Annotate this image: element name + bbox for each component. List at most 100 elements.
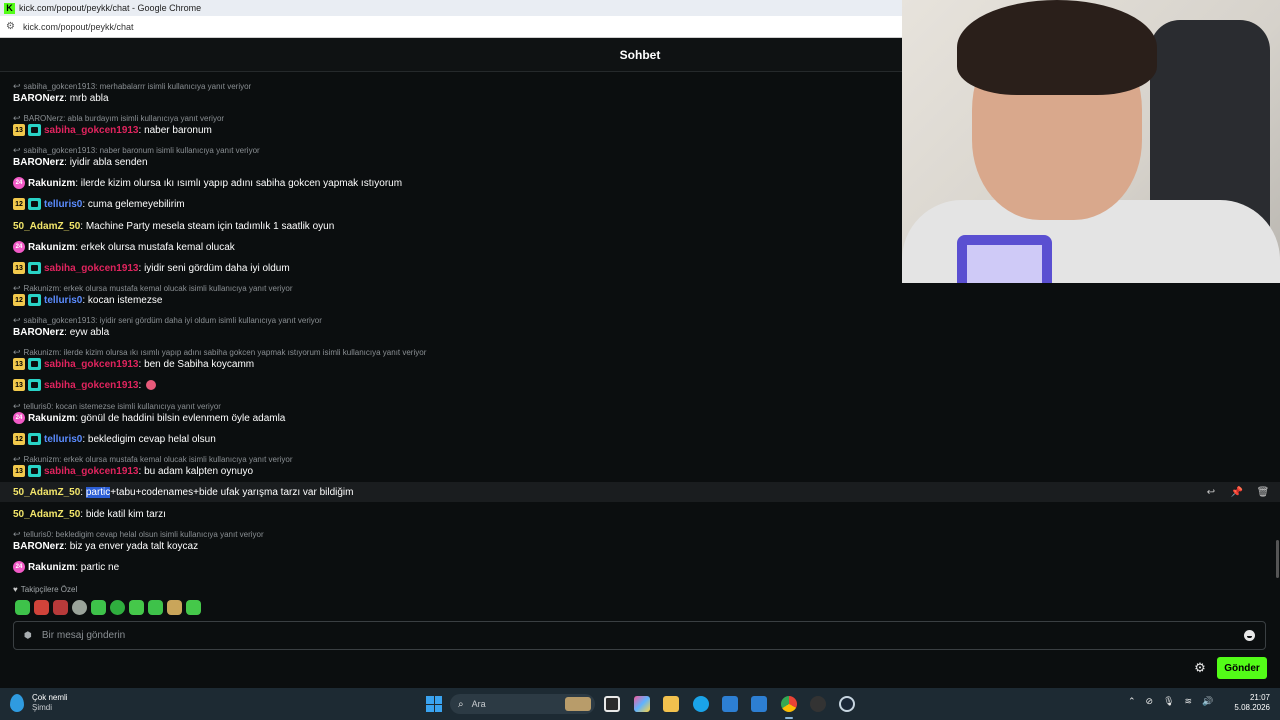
pin-icon[interactable]: 📌	[1228, 484, 1246, 500]
subscriber-months-badge: 13	[13, 379, 25, 391]
emote-icon[interactable]	[53, 600, 68, 615]
chat-message[interactable]: 12 telluris0: bekledigim cevap helal ols…	[0, 429, 1280, 449]
edge-browser-icon[interactable]	[693, 696, 709, 712]
store-icon[interactable]	[722, 696, 738, 712]
username[interactable]: BARONerz	[13, 541, 64, 552]
subscriber-badge-icon	[28, 198, 41, 210]
steam-icon[interactable]	[839, 696, 855, 712]
taskbar-search[interactable]: ⌕ Ara	[450, 694, 595, 714]
username[interactable]: telluris0	[44, 295, 82, 306]
subscriber-badge-icon	[28, 465, 41, 477]
file-explorer-icon[interactable]	[663, 696, 679, 712]
recording-app-icon[interactable]	[810, 696, 826, 712]
username[interactable]: telluris0	[44, 199, 82, 210]
subscriber-months-badge: 13	[13, 124, 25, 136]
followers-only-label: ♥ Takipçilere Özel	[13, 585, 78, 594]
reply-icon[interactable]: ↩	[1202, 484, 1220, 500]
kick-icon: K	[4, 2, 15, 14]
clock-time: 21:07	[1249, 693, 1270, 702]
chat-message[interactable]: 24 Rakunizm: partic ne	[0, 557, 1280, 577]
chat-scrollbar[interactable]	[1276, 540, 1279, 578]
username[interactable]: BARONerz	[13, 157, 64, 168]
username[interactable]: sabiha_gokcen1913	[44, 125, 139, 136]
selected-text: partic	[85, 486, 111, 498]
gifter-badge: 24	[13, 561, 25, 573]
chevron-up-icon[interactable]: ⌃	[1128, 696, 1136, 707]
emote-icon[interactable]	[34, 600, 49, 615]
network-off-icon[interactable]: ⊘	[1146, 696, 1154, 707]
delete-icon[interactable]: 🗑	[1254, 484, 1272, 500]
clock-date: 5.08.2026	[1234, 703, 1270, 712]
emote-icon[interactable]	[167, 600, 182, 615]
chat-message[interactable]: 13 sabiha_gokcen1913: bu adam kalpten oy…	[0, 461, 1280, 481]
message-text: bide katil kim tarzı	[85, 508, 166, 520]
chat-message[interactable]: BARONerz: biz ya enver yada talt koycaz	[0, 536, 1280, 556]
screen: K kick.com/popout/peykk/chat - Google Ch…	[0, 0, 1280, 720]
chat-input-box[interactable]: ⬢	[13, 621, 1266, 650]
message-text: partic ne	[80, 561, 120, 573]
chat-message[interactable]: 50_AdamZ_50: bide katil kim tarzı	[0, 504, 1280, 524]
emote-icon[interactable]	[110, 600, 125, 615]
username[interactable]: BARONerz	[13, 327, 64, 338]
chrome-icon[interactable]	[781, 696, 797, 712]
windows-start-icon[interactable]	[426, 696, 442, 712]
window-title: kick.com/popout/peykk/chat - Google Chro…	[19, 3, 202, 13]
heart-icon: ♥	[13, 585, 18, 594]
microphone-icon[interactable]: 🎙	[1163, 696, 1174, 707]
site-settings-icon[interactable]: ⚙	[6, 21, 15, 32]
subscriber-badge-icon	[28, 262, 41, 274]
shield-icon: ⬢	[24, 630, 32, 640]
username[interactable]: sabiha_gokcen1913	[44, 263, 139, 274]
username[interactable]: sabiha_gokcen1913	[44, 466, 139, 477]
message-text: kocan istemezse	[87, 294, 163, 306]
emote-icon[interactable]	[148, 600, 163, 615]
username[interactable]: BARONerz	[13, 93, 64, 104]
search-icon: ⌕	[458, 698, 464, 710]
emote-icon[interactable]	[15, 600, 30, 615]
wifi-icon[interactable]: ≋	[1185, 696, 1193, 707]
chat-title: Sohbet	[619, 47, 661, 62]
username[interactable]: Rakunizm	[28, 562, 75, 573]
message-text: bu adam kalpten oynuyo	[144, 465, 254, 477]
username[interactable]: sabiha_gokcen1913	[44, 380, 139, 391]
message-text: gönül de haddini bilsin evlenmem öyle ad…	[80, 412, 286, 424]
emote-icon[interactable]	[72, 600, 87, 615]
webcam-overlay	[902, 0, 1280, 283]
chat-message[interactable]: 24 Rakunizm: gönül de haddini bilsin evl…	[0, 408, 1280, 428]
message-text: iyidir abla senden	[69, 156, 148, 168]
chat-message[interactable]: 13 sabiha_gokcen1913:	[0, 375, 1280, 395]
taskbar-clock[interactable]: 21:07 5.08.2026	[1232, 693, 1270, 713]
url-text[interactable]: kick.com/popout/peykk/chat	[23, 22, 134, 32]
username[interactable]: 50_AdamZ_50	[13, 487, 80, 498]
chrome-active-indicator	[785, 717, 793, 719]
username[interactable]: Rakunizm	[28, 413, 75, 424]
subscriber-badge-icon	[28, 433, 41, 445]
emote-icon[interactable]	[186, 600, 201, 615]
weather-subtitle: Şimdi	[32, 703, 53, 712]
address-bar[interactable]: ⚙ kick.com/popout/peykk/chat	[0, 16, 902, 38]
humidity-drop-icon	[10, 694, 24, 712]
emote-icon[interactable]	[91, 600, 106, 615]
username[interactable]: Rakunizm	[28, 242, 75, 253]
username[interactable]: telluris0	[44, 434, 82, 445]
message-text: Machine Party mesela steam için tadımlık…	[85, 220, 335, 232]
emote-icon[interactable]	[129, 600, 144, 615]
username[interactable]: 50_AdamZ_50	[13, 509, 80, 520]
chat-message[interactable]: BARONerz: eyw abla	[0, 322, 1280, 342]
gifter-badge: 24	[13, 241, 25, 253]
volume-icon[interactable]: 🔊	[1202, 696, 1213, 707]
outlook-icon[interactable]	[751, 696, 767, 712]
chat-message-input[interactable]	[41, 630, 1244, 641]
username[interactable]: 50_AdamZ_50	[13, 221, 80, 232]
chat-message-hovered[interactable]: 50_AdamZ_50: partic +tabu+codenames+bide …	[0, 482, 1280, 502]
chat-message[interactable]: 13 sabiha_gokcen1913: ben de Sabiha koyc…	[0, 354, 1280, 374]
username[interactable]: sabiha_gokcen1913	[44, 359, 139, 370]
copilot-icon[interactable]	[634, 696, 650, 712]
chat-message[interactable]: 12 telluris0: kocan istemezse	[0, 290, 1280, 310]
weather-widget[interactable]: Çok nemli Şimdi	[10, 693, 68, 713]
chat-settings-gear-icon[interactable]: ⚙	[1192, 660, 1208, 676]
send-button[interactable]: Gönder	[1217, 657, 1267, 679]
emoji-picker-icon[interactable]	[1244, 630, 1255, 641]
task-view-icon[interactable]	[604, 696, 620, 712]
username[interactable]: Rakunizm	[28, 178, 75, 189]
